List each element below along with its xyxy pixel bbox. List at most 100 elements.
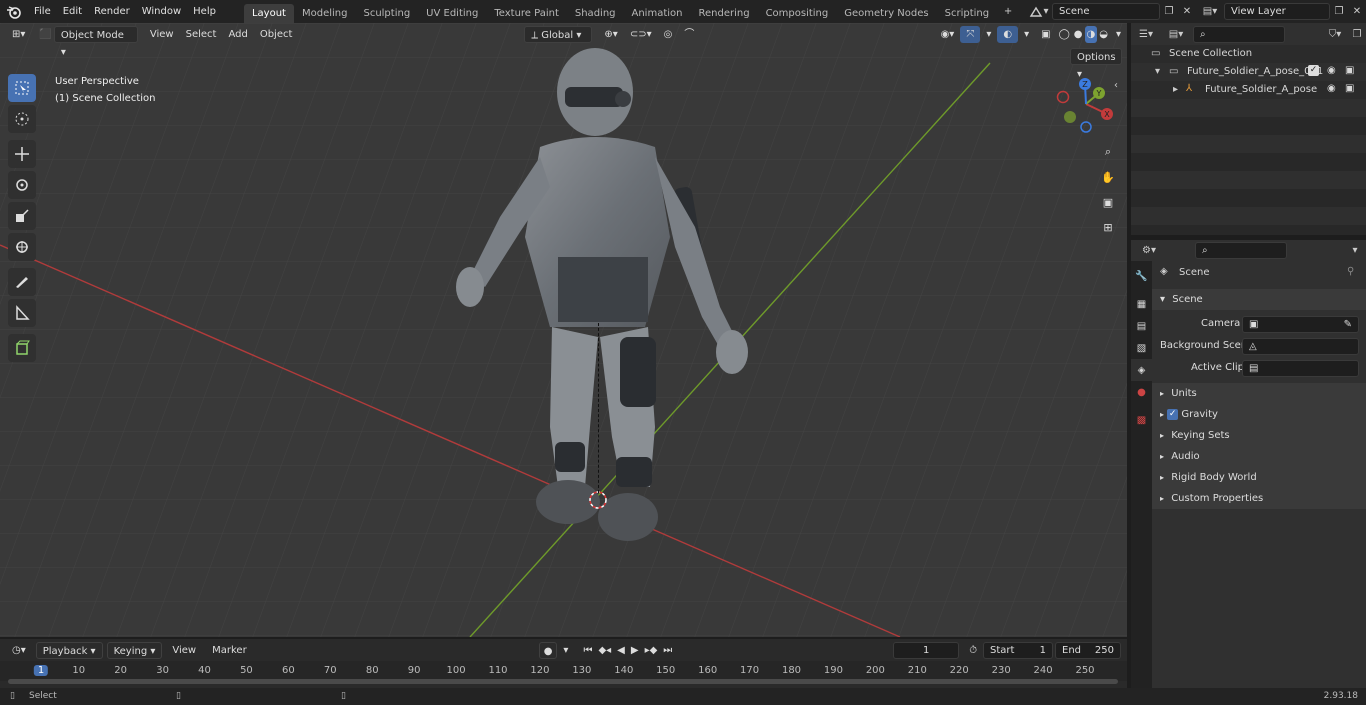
- background-scene-field[interactable]: ◬: [1242, 338, 1359, 355]
- tab-sculpting[interactable]: Sculpting: [355, 4, 418, 23]
- menu-edit[interactable]: Edit: [57, 0, 88, 23]
- outliner-row[interactable]: ▾ ▭ Future_Soldier_A_pose_001 ✓ ◉ ▣: [1131, 63, 1366, 81]
- scene-tab-icon[interactable]: ◈: [1131, 359, 1152, 381]
- frame-end-field[interactable]: End 250: [1055, 641, 1121, 659]
- navigation-gizmo[interactable]: X Y Z: [1055, 76, 1121, 136]
- tab-rendering[interactable]: Rendering: [690, 4, 757, 23]
- timeline-scrollbar[interactable]: [8, 679, 1118, 684]
- viewport-menu-add[interactable]: Add: [222, 26, 253, 43]
- outliner-row[interactable]: ▸ ⅄ Future_Soldier_A_pose ◉ ▣: [1131, 81, 1366, 99]
- audio-panel-header[interactable]: ▸ Audio: [1152, 446, 1366, 467]
- jump-start-icon[interactable]: ⏮: [580, 642, 595, 659]
- blender-logo-icon[interactable]: [0, 3, 28, 20]
- scale-icon[interactable]: [8, 202, 36, 230]
- transform-icon[interactable]: [8, 233, 36, 261]
- view-layer-icon[interactable]: ▤▾: [1196, 3, 1224, 20]
- scene-section-header[interactable]: ▾ Scene: [1152, 289, 1366, 310]
- tab-layout[interactable]: Layout: [243, 4, 294, 23]
- menu-help[interactable]: Help: [187, 0, 222, 23]
- menu-render[interactable]: Render: [88, 0, 136, 23]
- properties-search-input[interactable]: ⌕: [1195, 242, 1287, 259]
- stopwatch-icon[interactable]: ⏱: [963, 642, 983, 659]
- camera-field[interactable]: ▣ ✎: [1242, 316, 1359, 333]
- keying-options-icon[interactable]: ▾: [557, 642, 574, 659]
- select-box-icon[interactable]: [8, 74, 36, 102]
- world-tab-icon[interactable]: ●: [1131, 381, 1152, 403]
- filter-icon[interactable]: ⛉▾: [1322, 26, 1348, 43]
- camera-view-icon[interactable]: ▣: [1097, 191, 1119, 213]
- tab-shading[interactable]: Shading: [567, 4, 624, 23]
- delete-view-layer-icon[interactable]: ✕: [1348, 3, 1366, 20]
- move-icon[interactable]: [8, 140, 36, 168]
- timeline-menu-keying[interactable]: Keying ▾: [106, 641, 163, 659]
- tab-modeling[interactable]: Modeling: [294, 4, 356, 23]
- new-scene-icon[interactable]: ❐: [1160, 3, 1178, 20]
- outliner-row[interactable]: ▭ Scene Collection: [1131, 45, 1366, 63]
- gizmo-toggle-icon[interactable]: ⤧: [960, 25, 981, 43]
- shading-dropdown-icon[interactable]: ▾: [1110, 26, 1127, 43]
- eyedropper-icon[interactable]: ✎: [1344, 317, 1352, 332]
- viewport-menu-view[interactable]: View: [144, 26, 180, 43]
- active-clip-field[interactable]: ▤: [1242, 360, 1359, 377]
- new-view-layer-icon[interactable]: ❐: [1330, 3, 1348, 20]
- timeline-menu-playback[interactable]: Playback ▾: [35, 641, 103, 659]
- xray-icon[interactable]: ▣: [1035, 26, 1056, 43]
- render-camera-icon[interactable]: ▣: [1345, 83, 1354, 94]
- measure-icon[interactable]: [8, 299, 36, 327]
- view-layer-tab-icon[interactable]: ▧: [1131, 337, 1152, 359]
- custom-properties-panel-header[interactable]: ▸ Custom Properties: [1152, 488, 1366, 509]
- render-tab-icon[interactable]: ▦: [1131, 293, 1152, 315]
- falloff-icon[interactable]: ⌒: [678, 26, 700, 43]
- output-tab-icon[interactable]: ▤: [1131, 315, 1152, 337]
- tab-compositing[interactable]: Compositing: [758, 4, 837, 23]
- tab-uv-editing[interactable]: UV Editing: [418, 4, 486, 23]
- tab-animation[interactable]: Animation: [624, 4, 691, 23]
- cursor-icon[interactable]: [8, 105, 36, 133]
- keying-sets-panel-header[interactable]: ▸ Keying Sets: [1152, 425, 1366, 446]
- outliner-search-input[interactable]: ⌕: [1193, 25, 1285, 43]
- scene-icon[interactable]: ▾: [1026, 3, 1052, 20]
- exclude-checkbox[interactable]: ✓: [1308, 65, 1319, 76]
- add-cube-icon[interactable]: [8, 334, 36, 362]
- overlay-dropdown-icon[interactable]: ▾: [1018, 26, 1035, 43]
- outliner-editor-icon[interactable]: ☰▾: [1131, 26, 1161, 43]
- frame-ruler[interactable]: 1 10 20 30 40 50 60 70 80 90 100 110 120 130 140 150 160…: [0, 661, 1127, 681]
- frame-start-field[interactable]: Start 1: [983, 641, 1053, 659]
- pan-hand-icon[interactable]: ✋: [1097, 166, 1119, 188]
- soldier-model[interactable]: [440, 47, 760, 547]
- expand-arrow-icon[interactable]: ▾: [1155, 66, 1160, 77]
- rotate-icon[interactable]: [8, 171, 36, 199]
- delete-scene-icon[interactable]: ✕: [1178, 3, 1196, 20]
- properties-editor-icon[interactable]: ⚙▾: [1131, 242, 1167, 259]
- timeline-menu-view[interactable]: View: [166, 642, 202, 659]
- material-shading-icon[interactable]: ◑: [1084, 25, 1098, 43]
- pin-icon[interactable]: ⚲: [1347, 266, 1354, 277]
- tool-tab-icon[interactable]: 🔧: [1131, 265, 1152, 287]
- auto-keying-button[interactable]: ●: [538, 641, 558, 659]
- play-icon[interactable]: ▶: [628, 642, 642, 659]
- viewport-menu-select[interactable]: Select: [180, 26, 223, 43]
- mode-dropdown[interactable]: Object Mode ▾: [53, 25, 138, 58]
- units-panel-header[interactable]: ▸ Units: [1152, 383, 1366, 404]
- expand-arrow-icon[interactable]: ▸: [1173, 84, 1178, 95]
- mode-icon[interactable]: ⬛: [37, 26, 53, 43]
- 3d-viewport[interactable]: ⊞▾ ⬛ Object Mode ▾ View Select Add Object ⟂…: [0, 23, 1127, 637]
- timeline-editor[interactable]: ◷▾ Playback ▾ Keying ▾ View Marker ● ▾ ⏮ ◆◂…: [0, 639, 1127, 688]
- properties-options-icon[interactable]: ▾: [1344, 242, 1366, 259]
- texture-tab-icon[interactable]: ▩: [1131, 409, 1152, 431]
- scene-name-field[interactable]: Scene: [1052, 3, 1160, 20]
- perspective-toggle-icon[interactable]: ⊞: [1097, 216, 1119, 238]
- display-mode-icon[interactable]: ▤▾: [1161, 26, 1191, 43]
- rendered-shading-icon[interactable]: ◒: [1097, 26, 1110, 43]
- gizmo-dropdown-icon[interactable]: ▾: [980, 26, 997, 43]
- snap-icon[interactable]: ⊂⊃▾: [624, 26, 658, 43]
- proportional-edit-icon[interactable]: ◎: [658, 26, 679, 43]
- options-dropdown[interactable]: Options ▾: [1070, 48, 1122, 80]
- gravity-checkbox[interactable]: ✓: [1167, 408, 1179, 420]
- menu-window[interactable]: Window: [136, 0, 187, 23]
- current-frame-field[interactable]: 1: [893, 641, 960, 659]
- solid-shading-icon[interactable]: ●: [1072, 26, 1085, 43]
- play-reverse-icon[interactable]: ◀: [614, 642, 628, 659]
- tab-scripting[interactable]: Scripting: [937, 4, 997, 23]
- render-camera-icon[interactable]: ▣: [1345, 65, 1354, 76]
